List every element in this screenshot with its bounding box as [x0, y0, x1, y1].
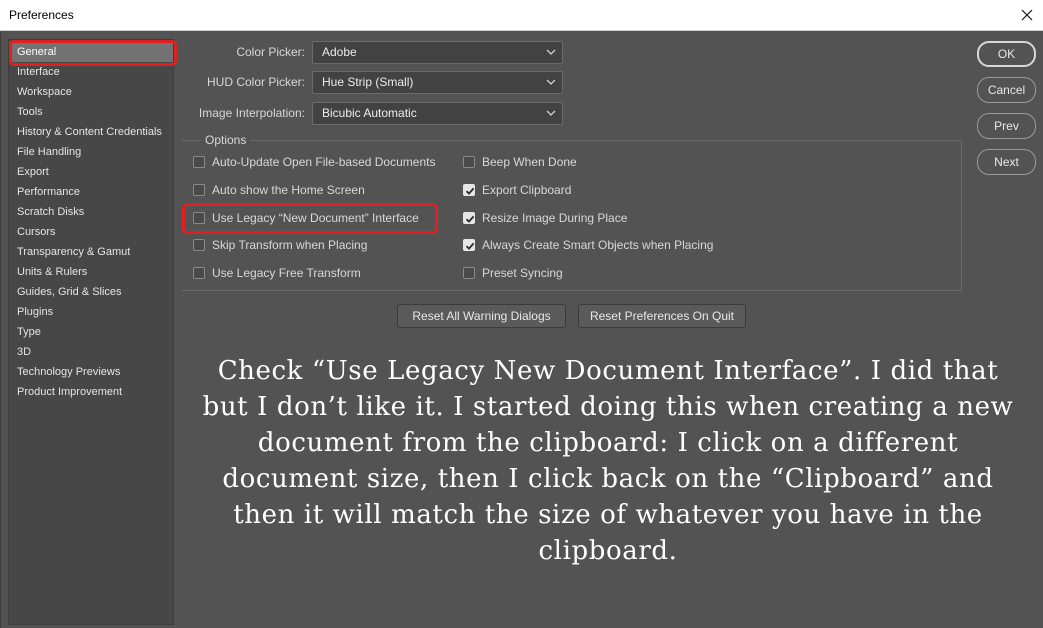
- color-picker-select[interactable]: Adobe: [312, 41, 563, 64]
- checkbox-box[interactable]: [463, 267, 475, 279]
- checkbox-box[interactable]: [463, 156, 475, 168]
- nav-item-transparency[interactable]: Transparency & Gamut: [9, 242, 173, 262]
- checkbox-box[interactable]: [193, 156, 205, 168]
- cancel-button[interactable]: Cancel: [977, 77, 1036, 103]
- window-title: Preferences: [9, 8, 74, 22]
- checkbox-box[interactable]: [463, 212, 475, 224]
- nav-item-tools[interactable]: Tools: [9, 102, 173, 122]
- nav-item-product-improvement[interactable]: Product Improvement: [9, 382, 173, 402]
- checkbox-smart-objects[interactable]: Always Create Smart Objects when Placing: [463, 236, 713, 254]
- image-interpolation-value: Bicubic Automatic: [322, 106, 417, 120]
- checkbox-box[interactable]: [193, 184, 205, 196]
- reset-preferences-button[interactable]: Reset Preferences On Quit: [578, 304, 746, 328]
- checkbox-label: Auto-Update Open File-based Documents: [212, 155, 436, 169]
- title-bar: Preferences: [0, 0, 1043, 31]
- checkbox-preset-syncing[interactable]: Preset Syncing: [463, 264, 563, 282]
- checkbox-label: Beep When Done: [482, 155, 577, 169]
- checkbox-label: Preset Syncing: [482, 266, 563, 280]
- ok-button[interactable]: OK: [977, 41, 1036, 67]
- nav-item-interface[interactable]: Interface: [9, 62, 173, 82]
- nav-item-cursors[interactable]: Cursors: [9, 222, 173, 242]
- nav-item-plugins[interactable]: Plugins: [9, 302, 173, 322]
- nav-item-units-rulers[interactable]: Units & Rulers: [9, 262, 173, 282]
- next-button[interactable]: Next: [977, 149, 1036, 175]
- checkbox-label: Export Clipboard: [482, 183, 572, 197]
- nav-item-workspace[interactable]: Workspace: [9, 82, 173, 102]
- nav-item-general[interactable]: General: [9, 42, 173, 62]
- checkmark-icon: [465, 242, 475, 250]
- checkbox-label: Resize Image During Place: [482, 211, 628, 225]
- checkbox-resize-image-place[interactable]: Resize Image During Place: [463, 209, 627, 227]
- instruction-caption: Check “Use Legacy New Document Interface…: [202, 356, 1014, 566]
- checkbox-skip-transform[interactable]: Skip Transform when Placing: [193, 236, 367, 254]
- nav-item-history[interactable]: History & Content Credentials: [9, 122, 173, 142]
- options-legend: Options: [201, 133, 251, 147]
- checkbox-box[interactable]: [463, 184, 475, 196]
- preferences-dialog: General Interface Workspace Tools Histor…: [0, 31, 1043, 628]
- checkbox-auto-update[interactable]: Auto-Update Open File-based Documents: [193, 153, 435, 171]
- reset-warning-dialogs-button[interactable]: Reset All Warning Dialogs: [397, 304, 566, 328]
- color-picker-value: Adobe: [322, 45, 357, 59]
- hud-color-picker-value: Hue Strip (Small): [322, 75, 414, 89]
- checkbox-export-clipboard[interactable]: Export Clipboard: [463, 181, 571, 199]
- checkbox-label: Skip Transform when Placing: [212, 238, 368, 252]
- checkbox-box[interactable]: [193, 239, 205, 251]
- checkbox-label: Use Legacy “New Document” Interface: [212, 211, 419, 225]
- checkbox-label: Always Create Smart Objects when Placing: [482, 238, 714, 252]
- nav-item-export[interactable]: Export: [9, 162, 173, 182]
- checkbox-beep-when-done[interactable]: Beep When Done: [463, 153, 577, 171]
- nav-item-scratch-disks[interactable]: Scratch Disks: [9, 202, 173, 222]
- nav-item-guides-grid[interactable]: Guides, Grid & Slices: [9, 282, 173, 302]
- preferences-nav: General Interface Workspace Tools Histor…: [8, 39, 174, 625]
- checkbox-legacy-new-document[interactable]: Use Legacy “New Document” Interface: [193, 209, 419, 227]
- nav-item-3d[interactable]: 3D: [9, 342, 173, 362]
- checkbox-box[interactable]: [193, 212, 205, 224]
- checkbox-label: Use Legacy Free Transform: [212, 266, 361, 280]
- checkbox-auto-show-home[interactable]: Auto show the Home Screen: [193, 181, 365, 199]
- nav-item-type[interactable]: Type: [9, 322, 173, 342]
- chevron-down-icon: [546, 110, 556, 116]
- hud-color-picker-select[interactable]: Hue Strip (Small): [312, 71, 563, 94]
- close-icon[interactable]: [1015, 3, 1039, 27]
- hud-color-picker-label: HUD Color Picker:: [206, 75, 305, 89]
- chevron-down-icon: [546, 49, 556, 55]
- image-interpolation-select[interactable]: Bicubic Automatic: [312, 102, 563, 125]
- checkmark-icon: [465, 187, 475, 195]
- chevron-down-icon: [546, 79, 556, 85]
- nav-item-performance[interactable]: Performance: [9, 182, 173, 202]
- checkbox-box[interactable]: [193, 267, 205, 279]
- color-picker-label: Color Picker:: [236, 45, 305, 59]
- nav-item-file-handling[interactable]: File Handling: [9, 142, 173, 162]
- nav-item-technology-previews[interactable]: Technology Previews: [9, 362, 173, 382]
- image-interpolation-label: Image Interpolation:: [198, 106, 305, 120]
- checkbox-label: Auto show the Home Screen: [212, 183, 365, 197]
- prev-button[interactable]: Prev: [977, 113, 1036, 139]
- checkbox-box[interactable]: [463, 239, 475, 251]
- checkmark-icon: [465, 215, 475, 223]
- checkbox-legacy-free-transform[interactable]: Use Legacy Free Transform: [193, 264, 361, 282]
